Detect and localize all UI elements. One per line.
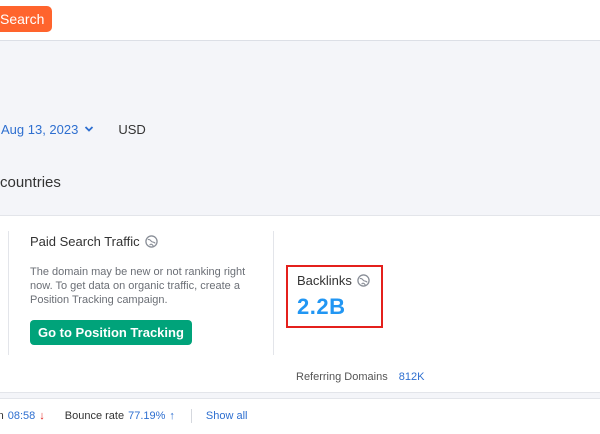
filter-row: Aug 13, 2023 USD xyxy=(0,120,146,138)
date-label: Aug 13, 2023 xyxy=(1,121,79,137)
referring-domains: Referring Domains 812K xyxy=(296,371,424,383)
arrow-up-icon: ↑ xyxy=(169,410,175,422)
divider xyxy=(8,231,9,355)
divider xyxy=(273,231,274,355)
arrow-down-icon: ↓ xyxy=(39,410,45,422)
visit-duration-label: tion xyxy=(0,410,4,422)
currency-label: USD xyxy=(118,121,146,137)
divider xyxy=(190,409,192,423)
traffic-stats-bar: tion 08:58 ↓ Bounce rate 77.19% ↑ Show a… xyxy=(0,398,600,434)
show-all-link[interactable]: Show all xyxy=(206,410,248,422)
backlinks-highlight: Backlinks 2.2B xyxy=(286,265,383,328)
chevron-down-icon xyxy=(85,126,94,132)
top-bar: Search xyxy=(0,0,600,41)
section-title: countries xyxy=(0,174,61,191)
bounce-rate-value: 77.19% xyxy=(128,410,166,422)
backlinks-widget: Backlinks 2.2B xyxy=(297,273,370,320)
paid-search-traffic-widget: Paid Search Traffic The domain may be ne… xyxy=(30,234,260,345)
main-content: Aug 13, 2023 USD countries Paid Search T… xyxy=(0,42,600,434)
bounce-rate-label: Bounce rate xyxy=(64,410,125,422)
backlinks-value[interactable]: 2.2B xyxy=(297,294,370,320)
paid-search-title: Paid Search Traffic xyxy=(30,234,140,249)
backlinks-title-row: Backlinks xyxy=(297,273,370,288)
metrics-card: Paid Search Traffic The domain may be ne… xyxy=(0,215,600,393)
paid-search-title-row: Paid Search Traffic xyxy=(30,234,260,249)
visit-duration-value: 08:58 xyxy=(7,410,36,422)
globe-icon[interactable] xyxy=(144,235,158,248)
stats-row: tion 08:58 ↓ Bounce rate 77.19% ↑ Show a… xyxy=(0,409,248,423)
search-button[interactable]: Search xyxy=(0,6,53,32)
paid-search-description: The domain may be new or not ranking rig… xyxy=(30,266,246,306)
go-to-position-tracking-button[interactable]: Go to Position Tracking xyxy=(30,320,192,345)
date-selector[interactable]: Aug 13, 2023 xyxy=(1,122,94,137)
referring-domains-label: Referring Domains xyxy=(296,371,388,383)
globe-icon[interactable] xyxy=(357,274,370,287)
referring-domains-value[interactable]: 812K xyxy=(399,371,425,383)
backlinks-title: Backlinks xyxy=(297,273,352,288)
